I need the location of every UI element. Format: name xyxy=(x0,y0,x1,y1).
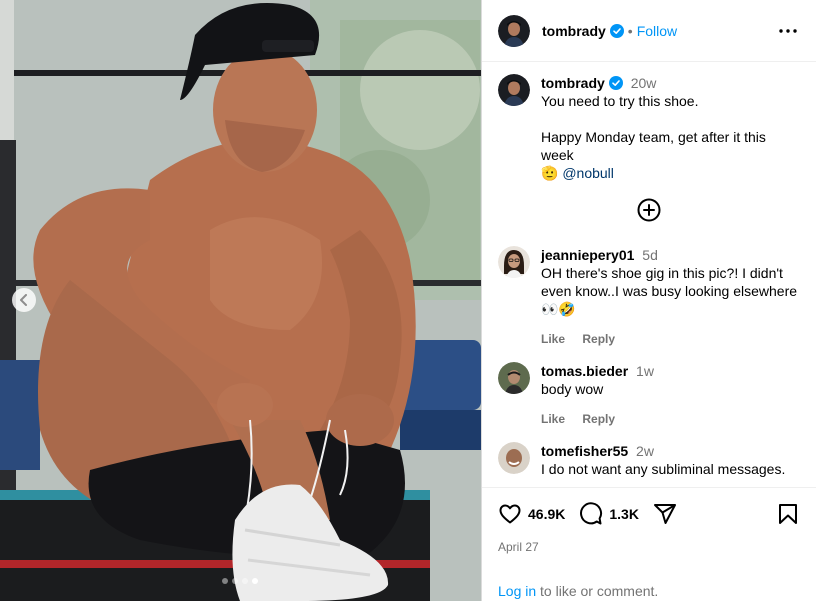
carousel-dot xyxy=(232,578,238,584)
post-header: tombrady • Follow xyxy=(482,0,816,62)
comment-like-button[interactable]: Like xyxy=(541,412,565,426)
comment-timestamp[interactable]: 5d xyxy=(642,247,658,263)
caption-emoji: 🫡 xyxy=(541,165,559,181)
comment-username[interactable]: tomefisher55 xyxy=(541,443,628,459)
athlete-photo-illustration xyxy=(0,0,481,601)
comment-body: tomefisher55 2w I do not want any sublim… xyxy=(541,442,800,478)
comment-reply-button[interactable]: Reply xyxy=(582,412,615,426)
load-more-comments-icon[interactable] xyxy=(637,198,661,222)
comment-actions: Like Reply xyxy=(541,410,800,428)
commenter-avatar[interactable] xyxy=(498,362,530,394)
comment-like-button[interactable]: Like xyxy=(541,332,565,346)
verified-badge-icon xyxy=(608,76,623,90)
bookmark-icon xyxy=(779,504,797,524)
action-bar: 46.9K 1.3K xyxy=(498,500,800,528)
comment-text: body wow xyxy=(541,381,604,397)
comment-text: I do not want any subliminal messages. xyxy=(541,461,786,477)
commenter-avatar[interactable] xyxy=(498,246,530,278)
heart-icon xyxy=(499,504,521,524)
chevron-left-icon xyxy=(20,294,27,306)
carousel-dot-active xyxy=(252,578,258,584)
login-link[interactable]: Log in xyxy=(498,583,536,599)
comment-body: jeanniepery01 5d OH there's shoe gig in … xyxy=(541,246,800,348)
comments-count[interactable]: 1.3K xyxy=(609,506,639,522)
comment-bubble-icon xyxy=(580,502,603,525)
caption-author-avatar[interactable] xyxy=(498,74,530,106)
comment-username[interactable]: tomas.bieder xyxy=(541,363,628,379)
more-options-button[interactable] xyxy=(776,19,800,43)
header-separator: • xyxy=(627,22,633,39)
caption-body: tombrady 20w You need to try this shoe. … xyxy=(541,74,800,182)
share-paper-plane-icon xyxy=(653,504,676,524)
carousel-dot xyxy=(242,578,248,584)
carousel-dot xyxy=(222,578,228,584)
login-prompt: Log in to like or comment. xyxy=(498,583,800,599)
verified-badge-icon xyxy=(609,23,624,38)
carousel-prev-button[interactable] xyxy=(12,288,36,312)
caption-mention-link[interactable]: @nobull xyxy=(562,165,614,181)
comment-body: tomas.bieder 1w body wow Like Reply xyxy=(541,362,800,428)
like-button[interactable]: 46.9K xyxy=(498,502,565,526)
load-more-comments xyxy=(498,198,800,222)
share-button[interactable] xyxy=(653,502,677,526)
comment-reply-button[interactable]: Reply xyxy=(582,332,615,346)
post-footer: 46.9K 1.3K April 27 Log in to like or co… xyxy=(482,487,816,601)
comment-username[interactable]: jeanniepery01 xyxy=(541,247,634,263)
follow-button[interactable]: Follow xyxy=(637,23,677,39)
comment-actions: Like Reply xyxy=(541,330,800,348)
caption-username[interactable]: tombrady xyxy=(541,75,605,91)
comment-button[interactable]: 1.3K xyxy=(579,502,639,526)
author-avatar[interactable] xyxy=(498,14,530,47)
commenter-avatar[interactable] xyxy=(498,442,530,474)
caption-line-2: Happy Monday team, get after it this wee… xyxy=(541,129,766,163)
comment-text: OH there's shoe gig in this pic?! I didn… xyxy=(541,265,798,317)
carousel-indicator xyxy=(222,578,258,584)
comment-item: jeanniepery01 5d OH there's shoe gig in … xyxy=(498,246,800,348)
instagram-post-modal: tombrady • Follow tombrady 20w You need … xyxy=(0,0,816,601)
post-photo[interactable] xyxy=(0,0,481,601)
save-button[interactable] xyxy=(776,502,800,526)
more-options-icon xyxy=(779,28,797,33)
comments-list[interactable]: tombrady 20w You need to try this shoe. … xyxy=(482,62,816,487)
comment-timestamp[interactable]: 2w xyxy=(636,443,654,459)
post-date[interactable]: April 27 xyxy=(498,540,800,554)
post-side-panel: tombrady • Follow tombrady 20w You need … xyxy=(481,0,816,601)
caption-timestamp[interactable]: 20w xyxy=(631,75,657,91)
comment-item: tomas.bieder 1w body wow Like Reply xyxy=(498,362,800,428)
comment-item: tomefisher55 2w I do not want any sublim… xyxy=(498,442,800,478)
author-username[interactable]: tombrady xyxy=(542,23,606,39)
post-caption: tombrady 20w You need to try this shoe. … xyxy=(498,74,800,182)
caption-line-1: You need to try this shoe. xyxy=(541,93,699,109)
comment-timestamp[interactable]: 1w xyxy=(636,363,654,379)
login-prompt-text: to like or comment. xyxy=(536,583,659,599)
likes-count[interactable]: 46.9K xyxy=(528,506,565,522)
